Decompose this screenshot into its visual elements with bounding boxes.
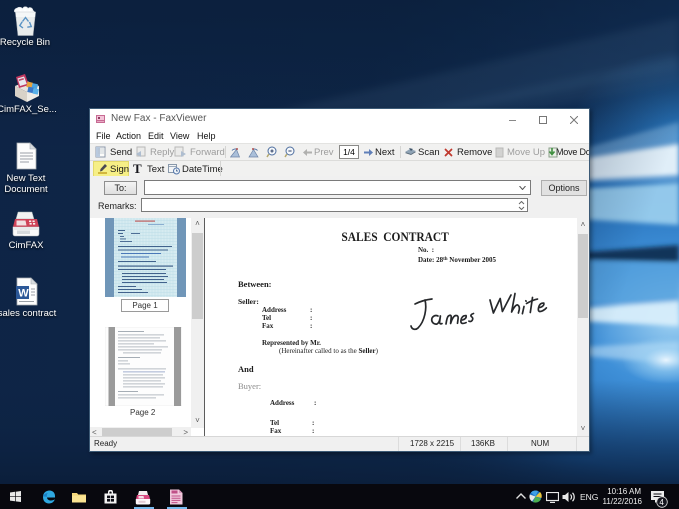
svg-text:W: W bbox=[18, 288, 29, 300]
svg-text:4: 4 bbox=[659, 498, 664, 507]
